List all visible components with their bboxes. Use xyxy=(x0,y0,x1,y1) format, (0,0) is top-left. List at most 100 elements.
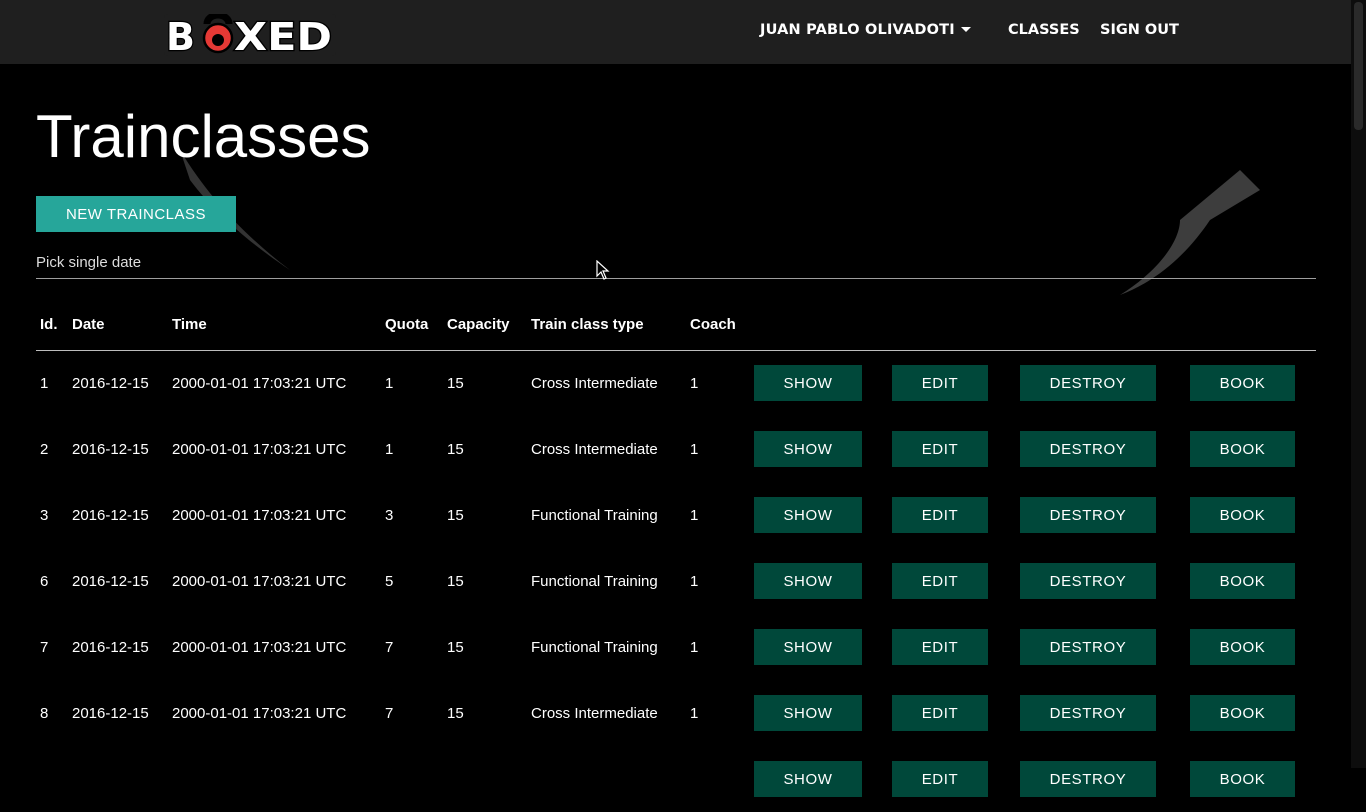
nav-classes-link[interactable]: CLASSES xyxy=(1008,22,1080,38)
cell-date: 2016-12-15 xyxy=(72,572,149,590)
table-row: 1 2016-12-15 2000-01-01 17:03:21 UTC 1 1… xyxy=(36,350,1316,416)
cell-id: 6 xyxy=(40,572,49,590)
cell-id: 7 xyxy=(40,638,49,656)
show-button[interactable]: SHOW xyxy=(754,563,862,599)
show-button[interactable]: SHOW xyxy=(754,761,862,797)
cell-quota: 1 xyxy=(385,374,394,392)
cell-type: Cross Intermediate xyxy=(531,704,658,722)
table-header-row: Id. Date Time Quota Capacity Train class… xyxy=(36,300,1316,350)
destroy-button[interactable]: DESTROY xyxy=(1020,497,1156,533)
cell-id: 1 xyxy=(40,374,49,392)
show-button[interactable]: SHOW xyxy=(754,497,862,533)
cell-quota: 5 xyxy=(385,572,394,590)
svg-text:XED: XED xyxy=(234,15,332,56)
trainclasses-table: Id. Date Time Quota Capacity Train class… xyxy=(36,300,1316,812)
top-navbar: B XED JUAN PABLO OLIVADOTI CLASSES SIGN … xyxy=(0,0,1351,64)
date-picker-input[interactable] xyxy=(36,246,1316,279)
destroy-button[interactable]: DESTROY xyxy=(1020,695,1156,731)
destroy-button[interactable]: DESTROY xyxy=(1020,563,1156,599)
cell-coach: 1 xyxy=(690,440,699,458)
destroy-button[interactable]: DESTROY xyxy=(1020,365,1156,402)
destroy-button[interactable]: DESTROY xyxy=(1020,431,1156,467)
cell-time: 2000-01-01 17:03:21 UTC xyxy=(172,638,347,656)
show-button[interactable]: SHOW xyxy=(754,629,862,665)
scrollbar-thumb[interactable] xyxy=(1354,2,1363,130)
cell-id: 8 xyxy=(40,704,49,722)
book-button[interactable]: BOOK xyxy=(1190,695,1295,731)
dropdown-caret-icon[interactable] xyxy=(961,27,971,32)
header-book-col xyxy=(1186,300,1316,350)
cell-id xyxy=(36,746,68,812)
cell-coach: 1 xyxy=(690,638,699,656)
header-destroy-col xyxy=(1016,300,1186,350)
cell-coach: 1 xyxy=(690,704,699,722)
book-button[interactable]: BOOK xyxy=(1190,629,1295,665)
header-date: Date xyxy=(72,316,105,334)
edit-button[interactable]: EDIT xyxy=(892,431,988,467)
cell-capacity: 15 xyxy=(447,638,464,656)
mouse-cursor-icon xyxy=(596,260,610,280)
show-button[interactable]: SHOW xyxy=(754,695,862,731)
cell-coach xyxy=(686,746,750,812)
header-time: Time xyxy=(172,316,207,334)
cell-time: 2000-01-01 17:03:21 UTC xyxy=(172,374,347,392)
cell-capacity: 15 xyxy=(447,440,464,458)
cell-capacity: 15 xyxy=(447,704,464,722)
nav-sign-out-link[interactable]: SIGN OUT xyxy=(1100,22,1179,38)
cell-date: 2016-12-15 xyxy=(72,704,149,722)
book-button[interactable]: BOOK xyxy=(1190,497,1295,533)
table-row: 7 2016-12-15 2000-01-01 17:03:21 UTC 7 1… xyxy=(36,614,1316,680)
cell-type: Functional Training xyxy=(531,506,658,524)
cell-type: Functional Training xyxy=(531,638,658,656)
table-row: SHOW EDIT DESTROY BOOK xyxy=(36,746,1316,812)
destroy-button[interactable]: DESTROY xyxy=(1020,629,1156,665)
cell-id: 2 xyxy=(40,440,49,458)
table-row: 3 2016-12-15 2000-01-01 17:03:21 UTC 3 1… xyxy=(36,482,1316,548)
cell-date: 2016-12-15 xyxy=(72,638,149,656)
destroy-button[interactable]: DESTROY xyxy=(1020,761,1156,797)
cell-time: 2000-01-01 17:03:21 UTC xyxy=(172,440,347,458)
svg-text:B: B xyxy=(166,15,195,56)
new-trainclass-button[interactable]: NEW TRAINCLASS xyxy=(36,196,236,232)
show-button[interactable]: SHOW xyxy=(754,431,862,467)
edit-button[interactable]: EDIT xyxy=(892,365,988,402)
edit-button[interactable]: EDIT xyxy=(892,497,988,533)
book-button[interactable]: BOOK xyxy=(1190,431,1295,467)
book-button[interactable]: BOOK xyxy=(1190,563,1295,599)
table-row: 6 2016-12-15 2000-01-01 17:03:21 UTC 5 1… xyxy=(36,548,1316,614)
edit-button[interactable]: EDIT xyxy=(892,761,988,797)
cell-quota: 7 xyxy=(385,638,394,656)
page-scrollbar[interactable] xyxy=(1351,0,1366,768)
cell-time: 2000-01-01 17:03:21 UTC xyxy=(172,572,347,590)
cell-quota: 3 xyxy=(385,506,394,524)
background-streak-right xyxy=(1120,170,1260,295)
edit-button[interactable]: EDIT xyxy=(892,695,988,731)
cell-type: Cross Intermediate xyxy=(531,374,658,392)
show-button[interactable]: SHOW xyxy=(754,365,862,402)
edit-button[interactable]: EDIT xyxy=(892,563,988,599)
book-button[interactable]: BOOK xyxy=(1190,365,1295,402)
cell-date: 2016-12-15 xyxy=(72,440,149,458)
header-edit-col xyxy=(888,300,1016,350)
cell-type xyxy=(527,746,686,812)
cell-capacity: 15 xyxy=(447,506,464,524)
cell-capacity xyxy=(443,746,527,812)
header-coach: Coach xyxy=(690,316,736,334)
table-row: 8 2016-12-15 2000-01-01 17:03:21 UTC 7 1… xyxy=(36,680,1316,746)
cell-time: 2000-01-01 17:03:21 UTC xyxy=(172,704,347,722)
cell-type: Functional Training xyxy=(531,572,658,590)
boxed-logo[interactable]: B XED xyxy=(164,14,336,56)
book-button[interactable]: BOOK xyxy=(1190,761,1295,797)
cell-date: 2016-12-15 xyxy=(72,374,149,392)
page-title: Trainclasses xyxy=(36,103,371,170)
cell-capacity: 15 xyxy=(447,572,464,590)
header-capacity: Capacity xyxy=(447,316,510,334)
cell-coach: 1 xyxy=(690,374,699,392)
cell-quota: 1 xyxy=(385,440,394,458)
edit-button[interactable]: EDIT xyxy=(892,629,988,665)
user-menu-name[interactable]: JUAN PABLO OLIVADOTI xyxy=(760,22,955,38)
cell-coach: 1 xyxy=(690,506,699,524)
cell-time: 2000-01-01 17:03:21 UTC xyxy=(172,506,347,524)
header-quota: Quota xyxy=(385,316,429,334)
header-train-class-type: Train class type xyxy=(531,316,644,334)
